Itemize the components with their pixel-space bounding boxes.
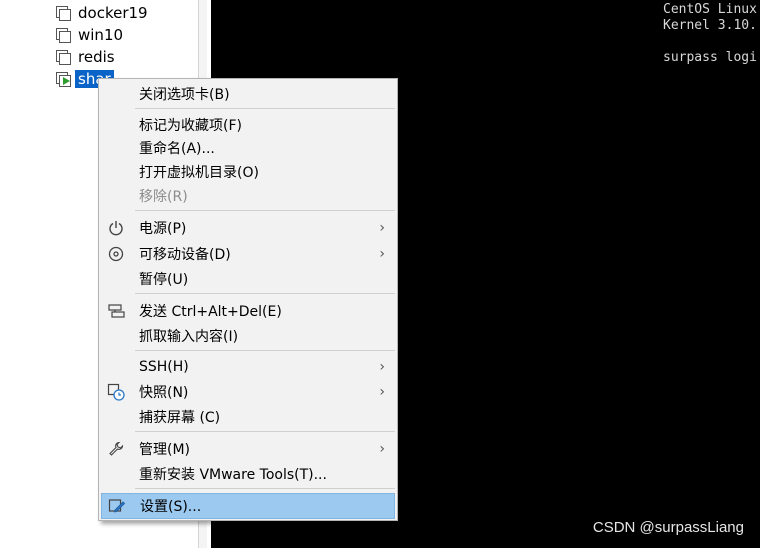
menu-separator (135, 108, 395, 109)
library-item-label: win10 (78, 26, 124, 44)
menu-separator (135, 293, 395, 294)
menu-item-label: 抓取输入内容(I) (139, 329, 239, 345)
menu-item-open-directory[interactable]: 打开虚拟机目录(O) (101, 160, 395, 184)
menu-item-label: 管理(M) (139, 442, 191, 458)
library-item-redis[interactable]: redis (56, 46, 115, 68)
library-item-label: redis (78, 48, 115, 66)
menu-separator (135, 431, 395, 432)
chevron-right-icon: › (379, 246, 385, 262)
console-line: surpass logi (663, 50, 757, 65)
menu-item-grab-input[interactable]: 抓取输入内容(I) (101, 324, 395, 348)
menu-item-label: 打开虚拟机目录(O) (139, 165, 259, 181)
chevron-right-icon: › (379, 220, 385, 236)
chevron-right-icon: › (379, 384, 385, 400)
menu-item-reinstall-vmware-tools[interactable]: 重新安装 VMware Tools(T)... (101, 462, 395, 486)
console-line: CentOS Linux (663, 2, 757, 17)
menu-item-power[interactable]: 电源(P) › (101, 216, 395, 240)
menu-item-send-ctrl-alt-del[interactable]: 发送 Ctrl+Alt+Del(E) (101, 299, 395, 323)
snapshot-clock-icon (107, 383, 125, 401)
library-item-docker19[interactable]: docker19 (56, 2, 148, 24)
wrench-icon (107, 440, 125, 458)
menu-item-rename[interactable]: 重命名(A)... (101, 136, 395, 160)
menu-item-label: 重新安装 VMware Tools(T)... (139, 467, 327, 483)
console-line: Kernel 3.10. (663, 18, 757, 33)
library-item-label: docker19 (78, 4, 148, 22)
menu-item-label: SSH(H) (139, 359, 189, 375)
menu-item-label: 重命名(A)... (139, 141, 215, 157)
menu-separator (135, 488, 395, 489)
chevron-right-icon: › (379, 359, 385, 375)
menu-item-close-tab[interactable]: 关闭选项卡(B) (101, 82, 395, 106)
settings-edit-icon (108, 497, 126, 515)
library-item-win10[interactable]: win10 (56, 24, 123, 46)
menu-item-label: 快照(N) (139, 385, 189, 401)
menu-item-label: 电源(P) (139, 221, 187, 237)
keyboard-send-icon (107, 302, 125, 320)
menu-item-remove: 移除(R) (101, 184, 395, 208)
menu-item-manage[interactable]: 管理(M) › (101, 437, 395, 461)
menu-item-capture-screen[interactable]: 捕获屏幕 (C) (101, 405, 395, 429)
menu-item-label: 移除(R) (139, 189, 188, 205)
menu-item-removable-devices[interactable]: 可移动设备(D) › (101, 242, 395, 266)
context-menu: 关闭选项卡(B) 标记为收藏项(F) 重命名(A)... 打开虚拟机目录(O) … (98, 78, 398, 521)
menu-separator (135, 210, 395, 211)
menu-item-label: 暂停(U) (139, 272, 189, 288)
vm-running-icon (56, 72, 71, 87)
menu-item-label: 关闭选项卡(B) (139, 87, 230, 103)
menu-item-mark-favorite[interactable]: 标记为收藏项(F) (101, 113, 395, 137)
menu-item-label: 标记为收藏项(F) (139, 118, 242, 134)
menu-item-settings[interactable]: 设置(S)... (101, 493, 395, 519)
menu-item-pause[interactable]: 暂停(U) (101, 267, 395, 291)
menu-item-ssh[interactable]: SSH(H) › (101, 355, 395, 379)
menu-item-label: 发送 Ctrl+Alt+Del(E) (139, 304, 282, 320)
vm-icon (56, 28, 71, 43)
chevron-right-icon: › (379, 441, 385, 457)
power-icon (107, 219, 125, 237)
disc-icon (107, 245, 125, 263)
menu-item-label: 设置(S)... (140, 499, 202, 515)
watermark: CSDN @surpassLiang (592, 519, 744, 536)
menu-item-label: 捕获屏幕 (C) (139, 410, 221, 426)
vm-icon (56, 6, 71, 21)
menu-item-label: 可移动设备(D) (139, 247, 231, 263)
menu-item-snapshot[interactable]: 快照(N) › (101, 380, 395, 404)
menu-separator (135, 350, 395, 351)
vm-icon (56, 50, 71, 65)
